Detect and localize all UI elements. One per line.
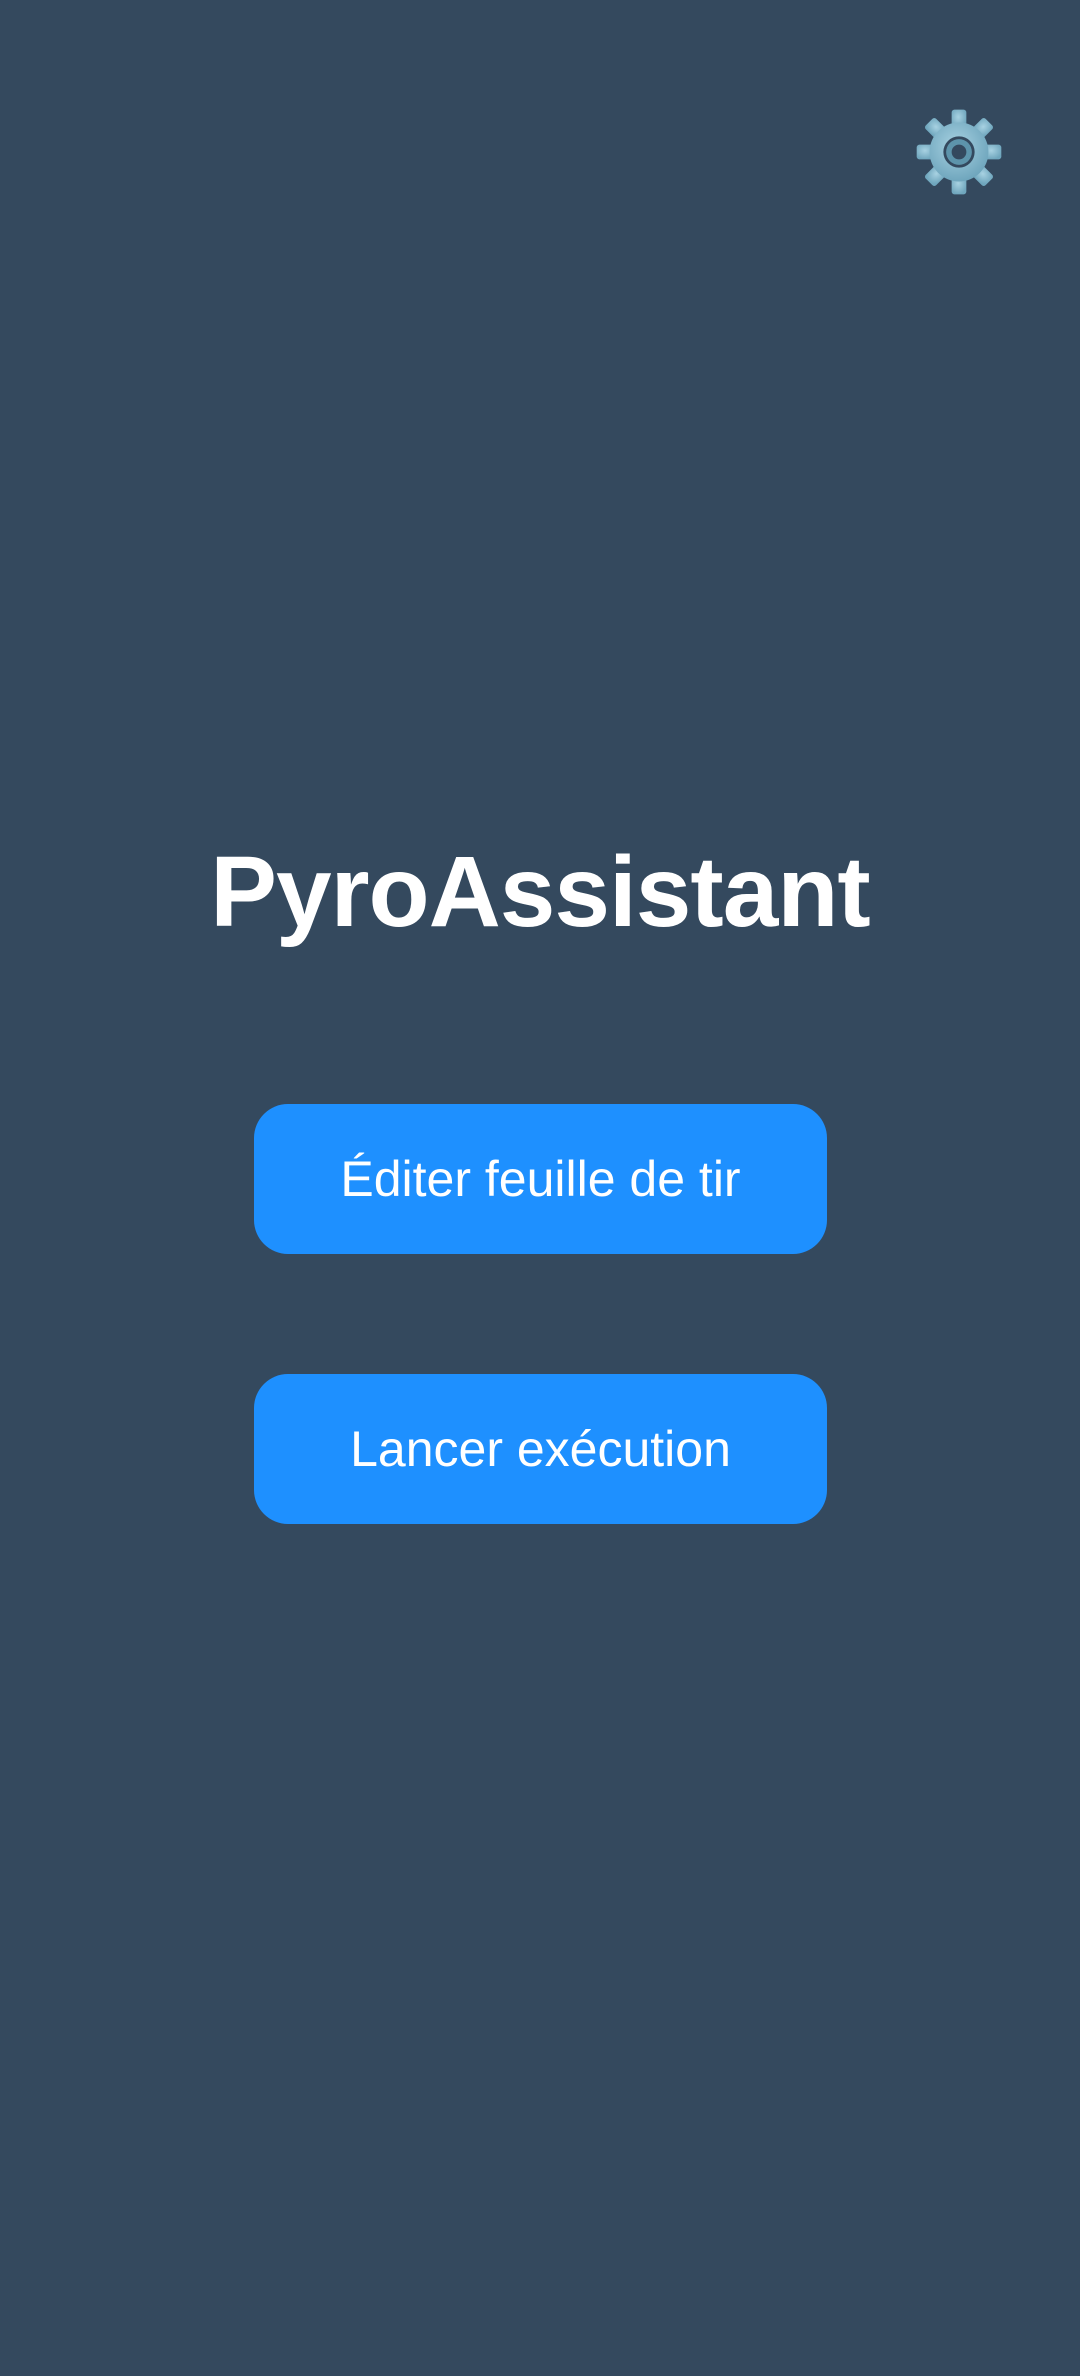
launch-execution-button[interactable]: Lancer exécution bbox=[254, 1374, 827, 1524]
settings-button[interactable] bbox=[911, 104, 1007, 200]
edit-firing-sheet-button[interactable]: Éditer feuille de tir bbox=[254, 1104, 827, 1254]
gear-icon bbox=[916, 109, 1002, 195]
home-screen: PyroAssistant Éditer feuille de tir Lanc… bbox=[0, 0, 1080, 2376]
app-title: PyroAssistant bbox=[210, 836, 870, 948]
